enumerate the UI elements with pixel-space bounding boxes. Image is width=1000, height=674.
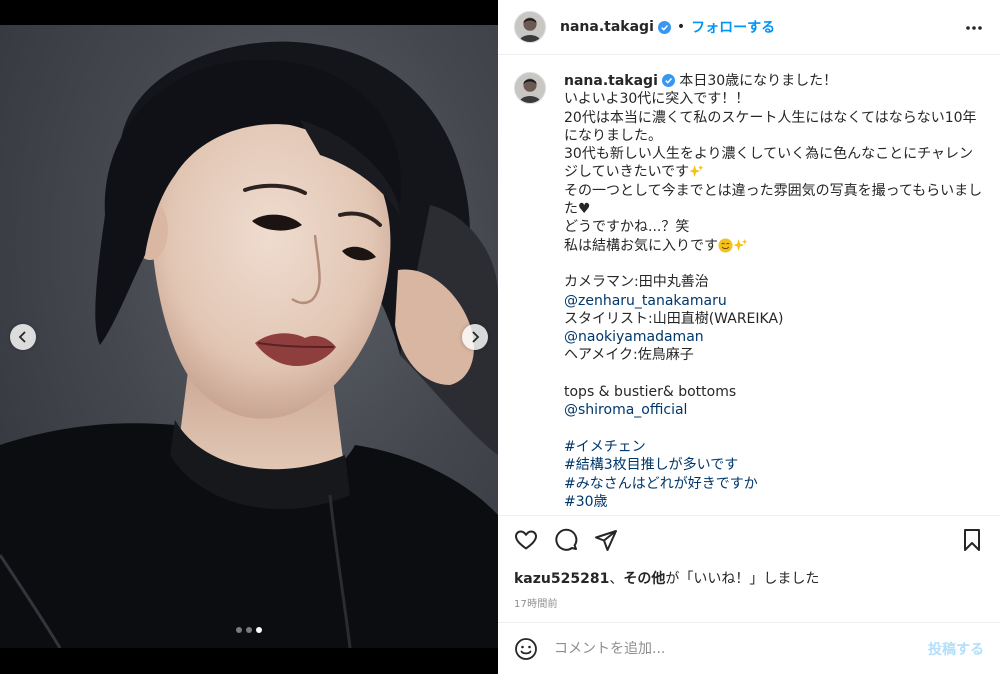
verified-badge-icon xyxy=(657,20,671,34)
comment-icon[interactable] xyxy=(554,528,578,552)
carousel-dot xyxy=(256,627,262,633)
post-side-panel: nana.takagi • フォローする nana.takagi 本日30歳にな… xyxy=(498,0,1000,674)
action-bar xyxy=(514,525,984,555)
likes-suffix: が「いいね！」しました xyxy=(665,571,820,587)
smiley-icon[interactable] xyxy=(514,637,538,661)
caption-line: どうですかね...？笑 xyxy=(564,219,690,236)
carousel-indicator xyxy=(0,627,498,633)
caption-line: tops & bustier& bottoms xyxy=(564,384,737,401)
instagram-post-window: nana.takagi • フォローする nana.takagi 本日30歳にな… xyxy=(0,0,1000,674)
caption-line-text: 30代も新しい人生をより濃くしていく為に色んなことにチャレンジしていきたいです xyxy=(564,146,973,181)
follow-button[interactable]: フォローする xyxy=(691,17,775,37)
carousel-next-button[interactable] xyxy=(462,324,488,350)
likes-others-link[interactable]: その他 xyxy=(623,571,665,587)
carousel-dot xyxy=(246,627,252,633)
post-timestamp[interactable]: 17時間前 xyxy=(514,595,558,610)
caption-line: 本日30歳になりました！ xyxy=(679,73,838,89)
more-options-icon[interactable] xyxy=(964,18,984,38)
caption-line: 私は結構お気に入りです xyxy=(564,237,984,255)
caption-avatar[interactable] xyxy=(514,72,546,104)
sparkles-icon xyxy=(689,165,704,178)
caption-line: カメラマン:田中丸善治 xyxy=(564,274,709,291)
post-photo[interactable] xyxy=(0,25,498,648)
heart-icon[interactable] xyxy=(514,528,538,552)
carousel-dot xyxy=(236,627,242,633)
caption-line: その一つとして今までとは違った雰囲気の写真を撮ってもらいました♥ xyxy=(564,182,984,219)
chevron-right-icon xyxy=(472,331,480,343)
caption-line: 20代は本当に濃くて私のスケート人生にはなくてはならない10年になりました。 xyxy=(564,109,977,144)
caption-scroll-area[interactable]: nana.takagi 本日30歳になりました！ いよいよ30代に突入です！！ … xyxy=(498,56,1000,516)
header-username[interactable]: nana.takagi xyxy=(560,19,654,35)
hashtag-link[interactable]: #みなさんはどれが好きですか xyxy=(564,475,984,493)
verified-badge-icon xyxy=(661,74,675,87)
heart-symbol: ♥ xyxy=(578,201,591,218)
paper-plane-icon[interactable] xyxy=(594,528,618,552)
hashtag-link[interactable]: #結構3枚目推しが多いです xyxy=(564,456,984,474)
avatar[interactable] xyxy=(514,11,546,43)
caption-first-line: nana.takagi 本日30歳になりました！ xyxy=(564,72,984,90)
mention-link[interactable]: @shiroma_official xyxy=(564,401,984,419)
hashtag-link[interactable]: #30歳 xyxy=(564,493,984,511)
caption-line-text: 私は結構お気に入りです xyxy=(564,237,718,254)
post-media xyxy=(0,0,498,674)
caption-line-text: その一つとして今までとは違った雰囲気の写真を撮ってもらいました xyxy=(564,182,983,218)
mention-link[interactable]: @zenharu_tanakamaru xyxy=(564,292,984,310)
caption-comment: nana.takagi 本日30歳になりました！ いよいよ30代に突入です！！ … xyxy=(514,72,984,511)
caption-text: nana.takagi 本日30歳になりました！ いよいよ30代に突入です！！ … xyxy=(564,72,984,511)
comment-input[interactable] xyxy=(554,640,928,657)
carousel-prev-button[interactable] xyxy=(10,324,36,350)
sparkles-icon xyxy=(733,238,748,251)
liked-by-user[interactable]: kazu525281 xyxy=(514,571,609,587)
post-header: nana.takagi • フォローする xyxy=(498,0,1000,55)
portrait-illustration xyxy=(0,41,498,648)
caption-username[interactable]: nana.takagi xyxy=(564,73,658,89)
caption-line: 30代も新しい人生をより濃くしていく為に色んなことにチャレンジしていきたいです xyxy=(564,145,984,182)
likes-separator: 、 xyxy=(609,571,624,587)
hashtag-link[interactable]: #イメチェン xyxy=(564,438,984,456)
caption-line: ヘアメイク:佐鳥麻子 xyxy=(564,347,694,364)
likes-summary: kazu525281、その他が「いいね！」しました xyxy=(514,568,819,588)
comment-composer: 投稿する xyxy=(498,622,1000,674)
chevron-left-icon xyxy=(18,331,26,343)
post-comment-button[interactable]: 投稿する xyxy=(928,639,984,659)
smiling-face-icon xyxy=(718,238,733,253)
header-separator: • xyxy=(676,19,686,35)
caption-line: スタイリスト:山田直樹(WAREIKA) xyxy=(564,310,784,327)
mention-link[interactable]: @naokiyamadaman xyxy=(564,328,984,346)
caption-line: いよいよ30代に突入です！！ xyxy=(564,91,750,108)
bookmark-icon[interactable] xyxy=(960,528,984,552)
